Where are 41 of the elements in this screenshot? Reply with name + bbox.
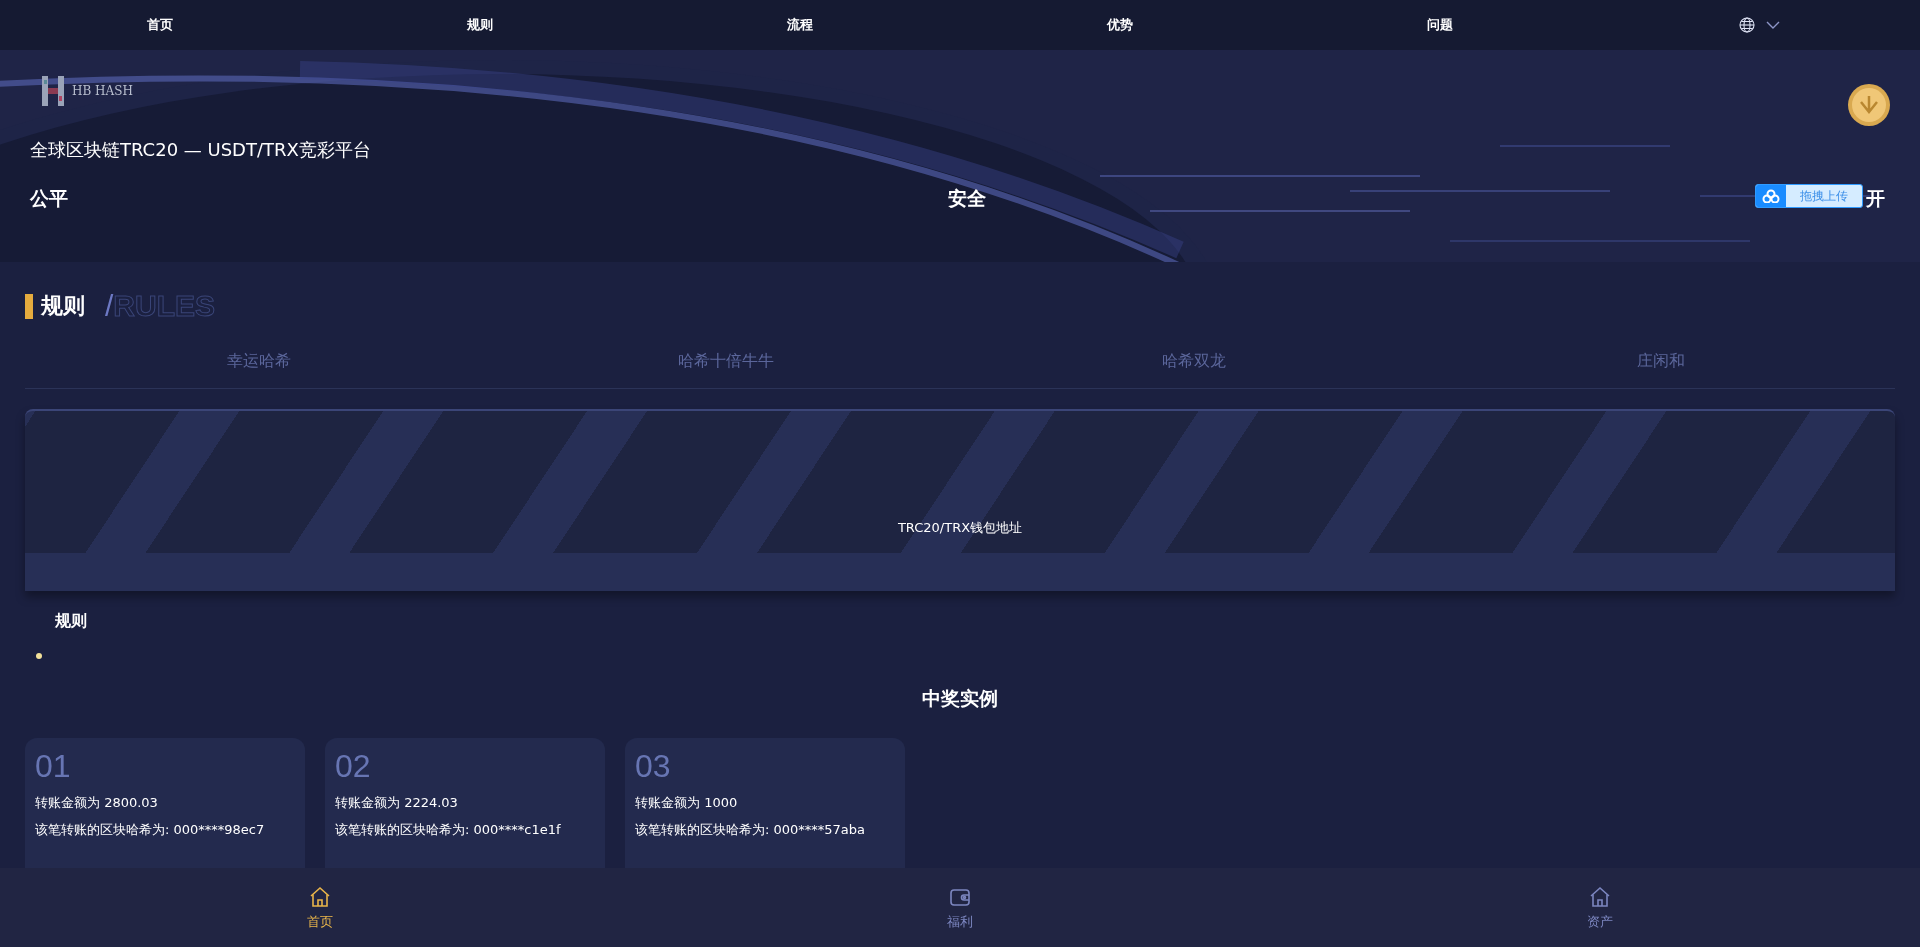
bullet-icon bbox=[36, 653, 42, 659]
accent-bar bbox=[25, 293, 33, 319]
bottom-nav-item[interactable]: 资产 bbox=[1581, 868, 1619, 947]
card-text: 转账金额为 2800.03 bbox=[35, 794, 159, 812]
game-tab[interactable]: 幸运哈希 bbox=[25, 337, 493, 388]
nav-link[interactable]: 规则 bbox=[467, 16, 493, 34]
hero-title: 全球区块链TRC20 — USDT/TRX竞彩平台 bbox=[30, 138, 372, 162]
upload-button[interactable]: 拖拽上传 bbox=[1755, 184, 1863, 208]
wallet-address-label: TRC20/TRX钱包地址 bbox=[897, 519, 1023, 537]
brand-name: HB HASH bbox=[72, 84, 133, 98]
bottom-nav-item[interactable]: 首页 bbox=[301, 868, 339, 947]
feature-label: 安全 bbox=[948, 186, 986, 211]
section-subtitle: /RULES bbox=[105, 289, 216, 323]
nav-link[interactable]: 问题 bbox=[1427, 16, 1453, 34]
card-number: 03 bbox=[635, 748, 672, 785]
logo-icon bbox=[40, 74, 66, 108]
coin-icon bbox=[1846, 82, 1892, 128]
card-number: 02 bbox=[335, 748, 372, 785]
card-text: 该笔转账的区块哈希为: 000****c1e1f bbox=[335, 821, 562, 839]
home-icon bbox=[1588, 884, 1612, 909]
game-tab[interactable]: 哈希十倍牛牛 bbox=[492, 337, 960, 388]
rules-heading: 规则 bbox=[55, 611, 88, 632]
nav-link[interactable]: 首页 bbox=[147, 16, 173, 34]
nav-link[interactable]: 流程 bbox=[787, 16, 813, 34]
globe-icon[interactable] bbox=[1739, 17, 1755, 33]
home-icon bbox=[308, 884, 332, 909]
game-tab[interactable]: 哈希双龙 bbox=[960, 337, 1428, 388]
card-text: 转账金额为 2224.03 bbox=[335, 794, 459, 812]
nav-link[interactable]: 优势 bbox=[1107, 16, 1133, 34]
examples-heading: 中奖实例 bbox=[921, 686, 999, 711]
card-text: 转账金额为 1000 bbox=[635, 794, 739, 812]
card-number: 01 bbox=[35, 748, 72, 785]
bottom-nav-item[interactable]: 福利 bbox=[941, 868, 979, 947]
card-text: 该笔转账的区块哈希为: 000****98ec7 bbox=[35, 821, 266, 839]
feature-label: 公平 bbox=[30, 186, 68, 211]
feature-label: 开 bbox=[1866, 186, 1885, 211]
chevron-down-icon[interactable] bbox=[1765, 20, 1781, 30]
card-text: 该笔转账的区块哈希为: 000****57aba bbox=[635, 821, 867, 839]
game-tab[interactable]: 庄闲和 bbox=[1427, 337, 1895, 388]
section-title: 规则 bbox=[41, 292, 85, 320]
cloud-icon bbox=[1762, 189, 1780, 203]
